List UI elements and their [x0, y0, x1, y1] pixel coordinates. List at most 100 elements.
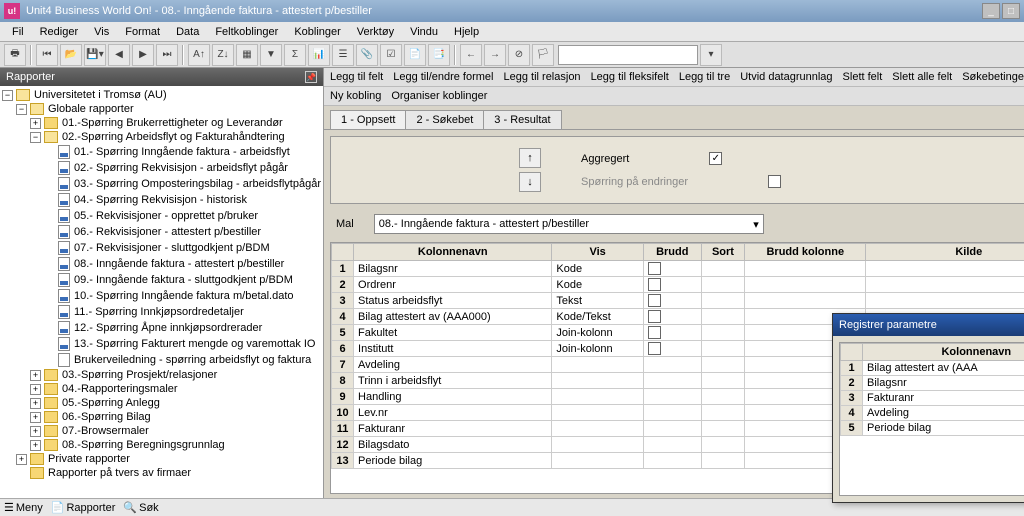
tree-folder[interactable]: +03.-Spørring Prosjekt/relasjoner: [0, 368, 323, 382]
tree-report-item[interactable]: 03.- Spørring Omposteringsbilag - arbeid…: [0, 176, 323, 192]
tree-report-item[interactable]: Brukerveiledning - spørring arbeidsflyt …: [0, 352, 323, 368]
report-tree[interactable]: − Universitetet i Tromsø (AU) − Globale …: [0, 86, 323, 498]
parameters-grid[interactable]: KolonnenavnTypeFraTil1Bilag attestert av…: [839, 342, 1024, 496]
maximize-button[interactable]: □: [1002, 3, 1020, 19]
tree-report-item[interactable]: 13.- Spørring Fakturert mengde og varemo…: [0, 336, 323, 352]
multi-doc-icon[interactable]: 📑: [428, 44, 450, 66]
tree-folder-02[interactable]: − 02.-Spørring Arbeidsflyt og Fakturahån…: [0, 130, 323, 144]
tab-oppsett[interactable]: 1 - Oppsett: [330, 110, 406, 129]
expand-icon[interactable]: +: [30, 370, 41, 381]
endringer-checkbox[interactable]: [768, 175, 781, 188]
action-link[interactable]: Legg til/endre formel: [393, 71, 493, 83]
brudd-checkbox[interactable]: [648, 278, 661, 291]
save-dropdown-icon[interactable]: 💾▾: [84, 44, 106, 66]
tree-report-item[interactable]: 07.- Rekvisisjoner - sluttgodkjent p/BDM: [0, 240, 323, 256]
mal-select[interactable]: 08.- Inngående faktura - attestert p/bes…: [374, 214, 764, 234]
menu-fil[interactable]: Fil: [4, 24, 32, 40]
columns-icon[interactable]: ▦: [236, 44, 258, 66]
flag-icon[interactable]: 🏳: [532, 44, 554, 66]
action-link[interactable]: Legg til relasjon: [504, 71, 581, 83]
param-header[interactable]: Kolonnenavn: [863, 344, 1024, 361]
param-row[interactable]: 5Periode bilagmellom: [841, 421, 1024, 436]
nav-prev-icon[interactable]: ◀: [108, 44, 130, 66]
tree-folder[interactable]: +05.-Spørring Anlegg: [0, 396, 323, 410]
stop-icon[interactable]: ⊘: [508, 44, 530, 66]
tree-folder-01[interactable]: + 01.-Spørring Brukerrettigheter og Leve…: [0, 116, 323, 130]
print-icon[interactable]: 🖶: [4, 44, 26, 66]
param-row[interactable]: 1Bilag attestert av (AAAlik: [841, 361, 1024, 376]
action-link[interactable]: Slett felt: [843, 71, 883, 83]
expand-icon[interactable]: +: [30, 440, 41, 451]
collapse-icon[interactable]: −: [30, 132, 41, 143]
nav-first-icon[interactable]: ⏮: [36, 44, 58, 66]
status-sok[interactable]: 🔍 Søk: [123, 501, 158, 514]
action-link[interactable]: Slett alle felt: [892, 71, 952, 83]
menu-vindu[interactable]: Vindu: [402, 24, 446, 40]
toolbar-search-input[interactable]: [558, 45, 698, 65]
sum-icon[interactable]: Σ: [284, 44, 306, 66]
nav-last-icon[interactable]: ⏭: [156, 44, 178, 66]
param-header[interactable]: [841, 344, 863, 361]
grid-header[interactable]: [332, 244, 354, 261]
menu-koblinger[interactable]: Koblinger: [286, 24, 348, 40]
action-link[interactable]: Legg til felt: [330, 71, 383, 83]
action-link[interactable]: Ny kobling: [330, 90, 381, 102]
tab-sokebet[interactable]: 2 - Søkebet: [405, 110, 484, 129]
chart-icon[interactable]: 📊: [308, 44, 330, 66]
grid-row[interactable]: 2OrdrenrKodeOrdrenr: [332, 277, 1024, 293]
tree-folder[interactable]: +07.-Browsermaler: [0, 424, 323, 438]
tree-report-item[interactable]: 05.- Rekvisisjoner - opprettet p/bruker: [0, 208, 323, 224]
brudd-checkbox[interactable]: [648, 342, 661, 355]
nav-next-icon[interactable]: ▶: [132, 44, 154, 66]
tree-report-item[interactable]: 04.- Spørring Rekvisisjon - historisk: [0, 192, 323, 208]
brudd-checkbox[interactable]: [648, 326, 661, 339]
tree-report-item[interactable]: 10.- Spørring Inngående faktura m/betal.…: [0, 288, 323, 304]
grid-row[interactable]: 1BilagsnrKodeBilagsnr: [332, 261, 1024, 277]
open-icon[interactable]: 📂: [60, 44, 82, 66]
move-up-button[interactable]: ↑: [519, 148, 541, 168]
grid-row[interactable]: 3Status arbeidsflytTekstStatus arbeidsfl…: [332, 293, 1024, 309]
move-down-button[interactable]: ↓: [519, 172, 541, 192]
tree-root[interactable]: − Universitetet i Tromsø (AU): [0, 88, 323, 102]
expand-icon[interactable]: +: [30, 118, 41, 129]
brudd-checkbox[interactable]: [648, 262, 661, 275]
action-link[interactable]: Organiser koblinger: [391, 90, 487, 102]
tree-report-item[interactable]: 12.- Spørring Åpne innkjøpsordrerader: [0, 320, 323, 336]
list-icon[interactable]: ☰: [332, 44, 354, 66]
tab-resultat[interactable]: 3 - Resultat: [483, 110, 561, 129]
status-meny[interactable]: ☰ Meny: [4, 501, 43, 514]
forward-icon[interactable]: →: [484, 44, 506, 66]
param-row[interactable]: 4Avdelinglik: [841, 406, 1024, 421]
search-dropdown-icon[interactable]: ▾: [700, 44, 722, 66]
brudd-checkbox[interactable]: [648, 294, 661, 307]
menu-vis[interactable]: Vis: [86, 24, 117, 40]
menu-verktoy[interactable]: Verktøy: [349, 24, 402, 40]
grid-header[interactable]: Brudd: [643, 244, 701, 261]
param-row[interactable]: 2Bilagsnrlik: [841, 376, 1024, 391]
expand-icon[interactable]: +: [30, 426, 41, 437]
tree-report-item[interactable]: 02.- Spørring Rekvisisjon - arbeidsflyt …: [0, 160, 323, 176]
menu-hjelp[interactable]: Hjelp: [446, 24, 487, 40]
tree-report-item[interactable]: 08.- Inngående faktura - attestert p/bes…: [0, 256, 323, 272]
action-link[interactable]: Søkebetingelser: [962, 71, 1024, 83]
tree-folder[interactable]: +04.-Rapporteringsmaler: [0, 382, 323, 396]
expand-icon[interactable]: +: [30, 398, 41, 409]
minimize-button[interactable]: _: [982, 3, 1000, 19]
action-link[interactable]: Legg til tre: [679, 71, 730, 83]
check-icon[interactable]: ☑: [380, 44, 402, 66]
pin-icon[interactable]: 📌: [305, 71, 317, 83]
tree-folder[interactable]: +06.-Spørring Bilag: [0, 410, 323, 424]
tree-globale[interactable]: − Globale rapporter: [0, 102, 323, 116]
tree-tvers[interactable]: Rapporter på tvers av firmaer: [0, 466, 323, 480]
expand-icon[interactable]: +: [30, 412, 41, 423]
collapse-icon[interactable]: −: [2, 90, 13, 101]
grid-header[interactable]: Vis: [552, 244, 643, 261]
expand-icon[interactable]: +: [16, 454, 27, 465]
status-rapporter[interactable]: 📄 Rapporter: [51, 501, 116, 514]
action-link[interactable]: Utvid datagrunnlag: [740, 71, 832, 83]
tree-report-item[interactable]: 06.- Rekvisisjoner - attestert p/bestill…: [0, 224, 323, 240]
sort-asc-icon[interactable]: A↑: [188, 44, 210, 66]
sort-desc-icon[interactable]: Z↓: [212, 44, 234, 66]
back-icon[interactable]: ←: [460, 44, 482, 66]
tree-private[interactable]: + Private rapporter: [0, 452, 323, 466]
